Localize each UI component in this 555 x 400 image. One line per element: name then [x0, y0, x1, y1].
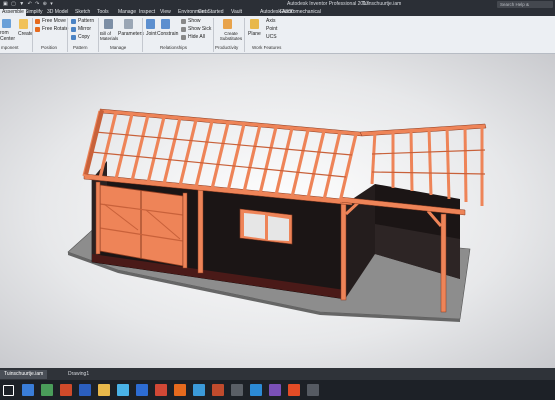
group-separator — [142, 18, 143, 52]
graphics-viewport[interactable] — [0, 54, 555, 368]
place-center-label[interactable]: Center — [0, 36, 15, 42]
group-relationships-label: Relationships — [160, 45, 188, 50]
wing-post — [440, 213, 447, 313]
create-button[interactable]: Create — [18, 31, 33, 37]
pattern-button[interactable]: Pattern — [78, 18, 94, 24]
group-manage-label: Manage — [110, 45, 127, 50]
group-work-features-label: Work Features — [252, 45, 282, 50]
tab-environments[interactable]: Get Started — [196, 9, 226, 16]
tab-inspect[interactable]: View — [158, 9, 173, 16]
copy-icon — [71, 35, 76, 40]
place-component-icon[interactable] — [2, 19, 11, 28]
group-separator — [244, 18, 245, 52]
document-title: Tuinschuurtje.iam — [362, 1, 402, 7]
app-icon[interactable] — [155, 384, 167, 396]
gable-edge — [84, 109, 104, 175]
powerpoint-icon[interactable] — [60, 384, 72, 396]
tab-manage[interactable]: Inspect — [137, 9, 157, 16]
joint-button[interactable]: Joint — [146, 31, 157, 37]
hide-all-button[interactable]: Hide All — [188, 34, 205, 40]
windows-taskbar — [0, 380, 555, 400]
folder-icon[interactable] — [98, 384, 110, 396]
door-post — [95, 181, 101, 255]
show-sick-icon — [181, 27, 186, 32]
axis-button[interactable]: Axis — [266, 18, 275, 24]
tab-get-started[interactable]: Vault — [229, 9, 244, 16]
create-substitutes-icon[interactable] — [223, 19, 232, 29]
doc-tab-drawing[interactable]: Drawing1 — [64, 370, 93, 379]
group-pattern-label: Pattern — [73, 45, 88, 50]
door-post — [182, 192, 188, 269]
group-separator — [32, 18, 33, 52]
bill-of-materials-icon[interactable] — [104, 19, 113, 29]
help-search-input[interactable]: Search Help & Commands — [497, 1, 553, 14]
word-icon[interactable] — [79, 384, 91, 396]
ucs-button[interactable]: UCS — [266, 34, 277, 40]
window-glass — [244, 213, 265, 239]
window-glass — [268, 216, 289, 241]
outlook-icon[interactable] — [136, 384, 148, 396]
group-productivity-label: Productivity — [215, 45, 239, 50]
group-position-label: Position — [41, 45, 58, 50]
inventor-icon[interactable] — [174, 384, 186, 396]
app-icon[interactable] — [193, 384, 205, 396]
show-sick-button[interactable]: Show Sick — [188, 26, 211, 32]
corner-post — [197, 187, 204, 274]
mirror-button[interactable]: Mirror — [78, 26, 91, 32]
plane-button[interactable]: Plane — [248, 31, 261, 37]
create-component-icon[interactable] — [19, 19, 28, 29]
app-icon[interactable] — [231, 384, 243, 396]
parameters-button[interactable]: Parameters — [118, 31, 144, 37]
group-separator — [67, 18, 68, 52]
browser-icon[interactable] — [117, 384, 129, 396]
shed-3d-model[interactable] — [0, 54, 555, 368]
group-separator — [213, 18, 214, 52]
document-tab-bar: Tuinschuurtje.iam Drawing1 — [0, 368, 555, 380]
create-substitutes-button[interactable]: Create Substitutes — [216, 31, 246, 41]
constrain-icon[interactable] — [161, 19, 170, 29]
app-icon[interactable] — [288, 384, 300, 396]
app-icon[interactable] — [250, 384, 262, 396]
constrain-button[interactable]: Constrain — [157, 31, 178, 37]
tab-simplify[interactable]: Simplify — [23, 9, 45, 16]
tab-a360[interactable]: Electromechanical — [278, 9, 323, 16]
pattern-icon — [71, 19, 76, 24]
plane-icon[interactable] — [250, 19, 259, 29]
doc-tab-assembly[interactable]: Tuinschuurtje.iam — [0, 370, 48, 379]
start-button-icon[interactable] — [3, 385, 14, 396]
tab-3d-model[interactable]: 3D Model — [45, 9, 70, 16]
copy-button[interactable]: Copy — [78, 34, 90, 40]
free-move-button[interactable]: Free Move — [42, 18, 66, 24]
excel-icon[interactable] — [41, 384, 53, 396]
tab-sketch[interactable]: Sketch — [73, 9, 92, 16]
show-button[interactable]: Show — [188, 18, 201, 24]
free-move-icon — [35, 19, 40, 24]
app-icon[interactable] — [212, 384, 224, 396]
show-icon — [181, 19, 186, 24]
parameters-icon[interactable] — [124, 19, 133, 29]
back-ridge — [359, 123, 487, 137]
free-rotate-icon — [35, 27, 40, 32]
wing-post — [340, 203, 347, 301]
ribbon-tab-bar: Assemble Simplify 3D Model Sketch Tools … — [0, 9, 555, 16]
search-icon[interactable] — [22, 384, 34, 396]
mirror-icon — [71, 27, 76, 32]
quick-access-toolbar[interactable]: ▣ ▢ ▼ ↶ ↷ ⊕ ▾ — [3, 0, 54, 9]
group-separator — [98, 18, 99, 52]
point-button[interactable]: Point — [266, 26, 277, 32]
hide-all-icon — [181, 35, 186, 40]
app-icon[interactable] — [307, 384, 319, 396]
free-rotate-button[interactable]: Free Rotate — [42, 26, 68, 32]
tab-tools[interactable]: Manage — [116, 9, 138, 16]
title-bar: ▣ ▢ ▼ ↶ ↷ ⊕ ▾ Autodesk Inventor Professi… — [0, 0, 555, 14]
group-component-label: mponent — [1, 45, 19, 50]
app-title: Autodesk Inventor Professional 2017 — [287, 1, 369, 7]
joint-icon[interactable] — [146, 19, 155, 29]
tab-sketch-2[interactable]: Tools — [95, 9, 111, 16]
app-icon[interactable] — [269, 384, 281, 396]
